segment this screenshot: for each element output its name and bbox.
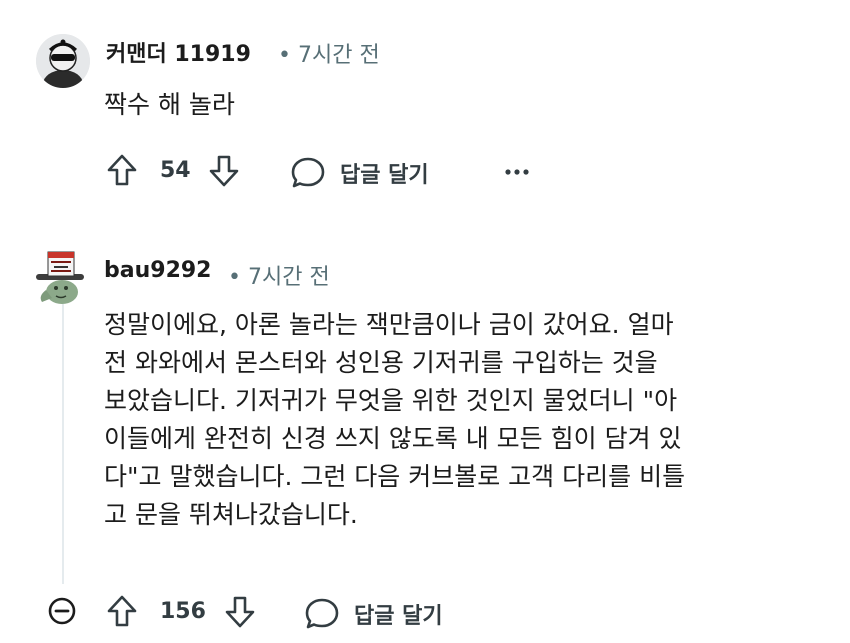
reply-label[interactable]: 답글 달기 bbox=[354, 598, 443, 630]
reply-button[interactable] bbox=[304, 596, 340, 630]
comment-timestamp: • 7시간 전 bbox=[228, 265, 330, 290]
collapse-thread-icon bbox=[48, 597, 76, 625]
downvote-button[interactable] bbox=[224, 595, 256, 629]
user-avatar[interactable] bbox=[32, 248, 88, 306]
comment-text: 정말이에요, 아론 놀라는 잭만큼이나 금이 갔어요. 얼마 전 와와에서 몬스… bbox=[104, 310, 686, 529]
thread-line[interactable] bbox=[62, 304, 64, 584]
comment-author[interactable]: bau9292 bbox=[104, 258, 212, 283]
upvote-icon bbox=[107, 595, 137, 627]
reply-bubble-icon bbox=[305, 598, 339, 629]
vote-count: 156 bbox=[160, 599, 206, 624]
downvote-icon bbox=[225, 596, 255, 628]
avatar-image bbox=[36, 251, 84, 304]
collapse-thread-button[interactable] bbox=[47, 596, 77, 626]
upvote-button[interactable] bbox=[106, 594, 138, 628]
comment-2: bau9292 • 7시간 전 정말이에요, 아론 놀라는 잭만큼이나 금이 갔… bbox=[0, 0, 850, 643]
